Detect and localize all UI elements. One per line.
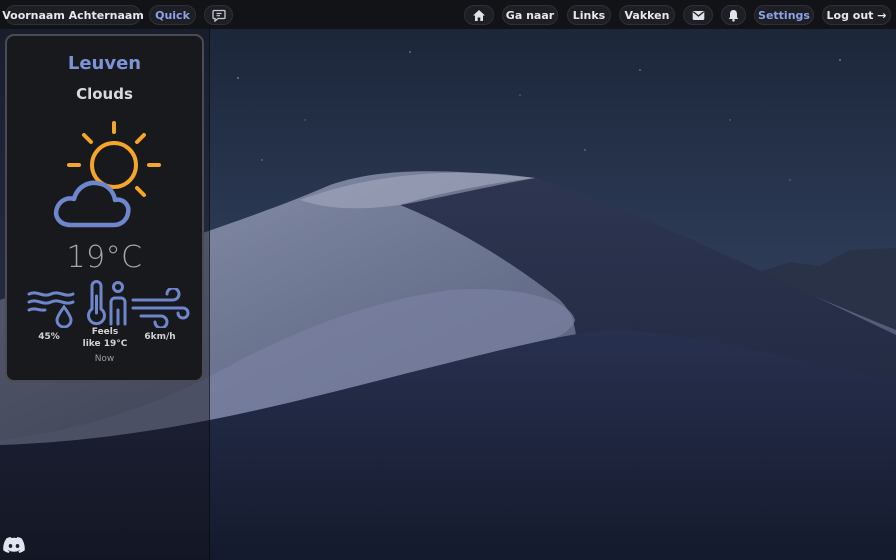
mail-icon [692, 10, 704, 20]
humidity-icon [27, 291, 75, 328]
feels-like-line2: like 19°C [82, 339, 128, 349]
courses-menu-button[interactable]: Vakken [619, 5, 675, 25]
logout-button[interactable]: Log out → [822, 5, 891, 25]
weather-temperature: 19°C [66, 240, 143, 275]
links-menu-button[interactable]: Links [567, 5, 611, 25]
wind-speed-value: 6km/h [144, 332, 176, 342]
user-name-button[interactable]: Voornaam Achternaam [2, 5, 144, 25]
feels-like-icon [87, 280, 127, 326]
discord-icon[interactable] [3, 536, 25, 554]
home-icon [473, 9, 485, 21]
notifications-button[interactable] [721, 5, 746, 25]
weather-widget: Leuven Clouds 19°C 45% Feels like 19°C 6… [5, 34, 204, 382]
sun-cloud-icon [53, 121, 161, 228]
settings-button[interactable]: Settings [754, 5, 814, 25]
bell-icon [728, 9, 739, 22]
top-navigation-bar: Voornaam Achternaam Quick Ga naar Links … [0, 0, 896, 29]
weather-condition: Clouds [76, 85, 133, 103]
wind-icon [131, 288, 190, 328]
chat-icon [211, 9, 226, 22]
mail-button[interactable] [683, 5, 713, 25]
weather-city: Leuven [67, 53, 142, 74]
home-button[interactable] [464, 5, 494, 25]
goto-menu-button[interactable]: Ga naar [502, 5, 558, 25]
humidity-value: 45% [38, 332, 60, 342]
feels-like-line1: Feels [91, 327, 119, 337]
quick-button[interactable]: Quick [149, 5, 196, 25]
weather-updated-time: Now [94, 354, 115, 364]
feedback-button[interactable] [204, 5, 233, 25]
